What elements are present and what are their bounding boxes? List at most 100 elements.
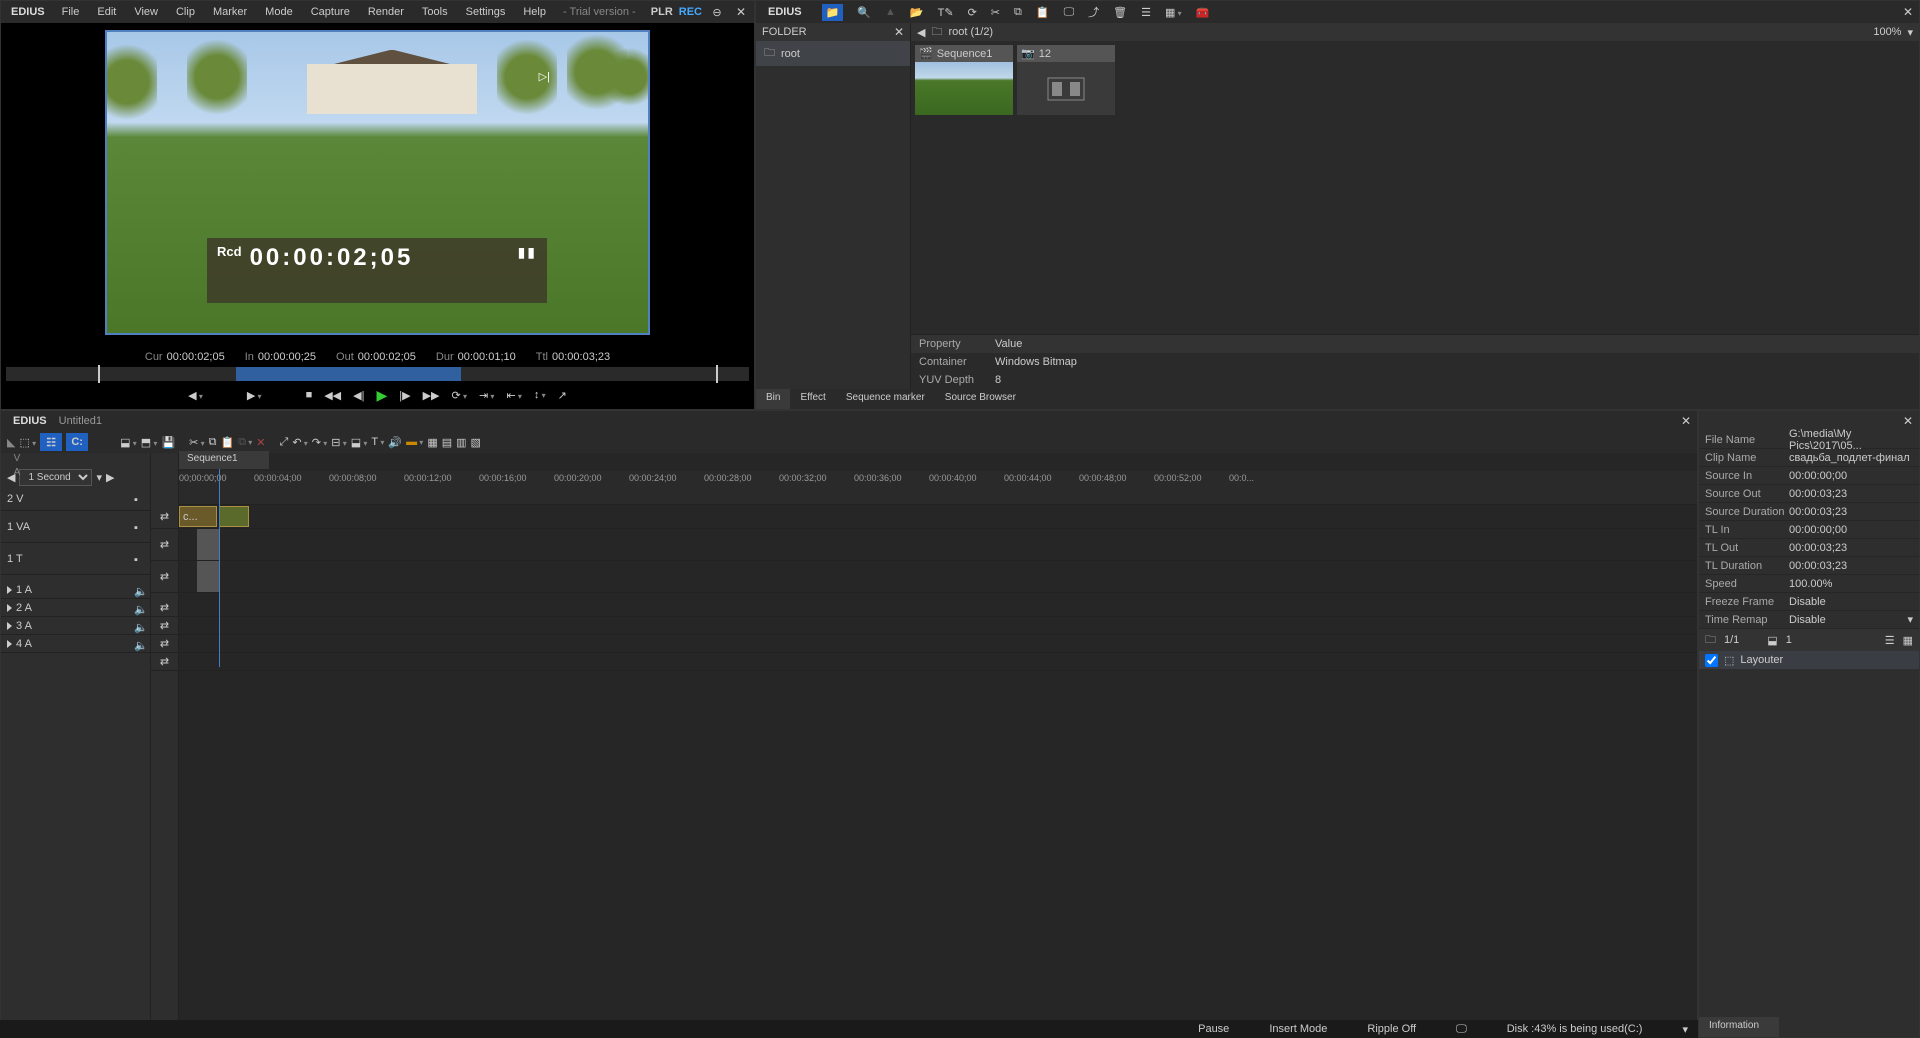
tool-new-seq-icon[interactable]: ⟳ (968, 6, 977, 19)
tab-bin[interactable]: Bin (756, 389, 790, 409)
prev-frame-button[interactable]: ◀| (353, 389, 364, 402)
scale-right-icon[interactable]: ▶ (106, 471, 114, 484)
menu-mode[interactable]: Mode (258, 6, 300, 18)
menu-capture[interactable]: Capture (304, 6, 357, 18)
timeline-clip[interactable] (219, 506, 249, 527)
stop-button[interactable]: ■ (306, 389, 313, 401)
tl-undo-icon[interactable]: ↶ (292, 436, 307, 449)
menu-settings[interactable]: Settings (459, 6, 513, 18)
patch-1a[interactable]: ⇄ (151, 599, 178, 617)
status-dd-icon[interactable]: ▾ (1682, 1023, 1688, 1036)
track-lane-2a[interactable] (179, 617, 1697, 635)
timeline-ruler[interactable]: 00;00:00;00 00:00:04;00 00:00:08;00 00:0… (179, 471, 1697, 505)
track-header-1va[interactable]: 1 VA▪ (1, 511, 150, 543)
bin-clip-sequence1[interactable]: 🎬Sequence1 (915, 45, 1013, 115)
playhead[interactable] (219, 467, 220, 667)
rec-label[interactable]: REC (679, 6, 702, 18)
layouter-checkbox[interactable] (1705, 654, 1718, 667)
timeline-clip[interactable]: с... (179, 506, 217, 527)
set-in-button[interactable]: ◀ (188, 389, 203, 402)
tool-add-title-icon[interactable]: T✎ (938, 6, 954, 19)
track-header-4a[interactable]: 4 A🔈 (1, 635, 150, 653)
loop-button[interactable]: ⟳ (452, 389, 467, 402)
view-mode-icon[interactable]: ▦ (1165, 6, 1182, 19)
info-grid-icon[interactable]: ▦ (1903, 634, 1913, 647)
track-header-1t[interactable]: 1 T▪ (1, 543, 150, 575)
overwrite-button[interactable]: ⇤ (506, 389, 521, 402)
track-vol-icon[interactable]: 🔈 (134, 603, 144, 613)
play-button[interactable]: ▶ (376, 387, 387, 404)
tl-group-icon[interactable]: ⊟ (331, 436, 346, 449)
sequence-tab[interactable]: Sequence1 (179, 451, 269, 469)
tl-tool2-icon[interactable]: ⬚ (19, 436, 36, 449)
tl-ripple-icon[interactable]: ⬒ (141, 436, 158, 449)
bin-path-label[interactable]: root (1/2) (948, 26, 993, 38)
replace-button[interactable]: ↕ (534, 389, 546, 401)
track-header-1a[interactable]: 1 A🔈 (1, 581, 150, 599)
close-info-icon[interactable]: ✕ (1903, 414, 1913, 428)
track-lane-1va[interactable] (179, 529, 1697, 561)
out-value[interactable]: 00:00:02;05 (358, 351, 416, 363)
tl-copy-icon[interactable]: ⧉ (209, 436, 217, 449)
tl-layout2-icon[interactable]: ▤ (442, 436, 452, 449)
rewind-button[interactable]: ◀◀ (324, 389, 341, 402)
patch-4a[interactable]: ⇄ (151, 653, 178, 671)
tab-effect[interactable]: Effect (790, 389, 835, 409)
tl-tool1-icon[interactable]: ◣ (7, 436, 15, 449)
timeline-ruler-area[interactable]: 00;00:00;00 00:00:04;00 00:00:08;00 00:0… (179, 453, 1697, 1037)
fast-forward-button[interactable]: ▶▶ (423, 389, 440, 402)
scrubber[interactable] (6, 367, 749, 381)
folder-item-root[interactable]: 🗀 root (756, 41, 910, 66)
timeline-clip-segment[interactable] (197, 561, 219, 592)
track-mute-icon[interactable]: ▪ (134, 522, 144, 532)
tl-redo-icon[interactable]: ↷ (312, 436, 327, 449)
tool-properties-icon[interactable]: ⤴ (1088, 4, 1099, 20)
tl-split-icon[interactable]: ⤢ (280, 436, 289, 449)
track-lane-2v[interactable]: с... (179, 505, 1697, 529)
menu-view[interactable]: View (127, 6, 165, 18)
zoom-value[interactable]: 100% (1873, 26, 1901, 38)
list-icon[interactable]: ☰ (1141, 6, 1151, 19)
search-icon[interactable]: 🔍 (857, 6, 871, 19)
open-icon[interactable]: 📂 (910, 6, 924, 19)
patch-2a[interactable]: ⇄ (151, 617, 178, 635)
info-list-icon[interactable]: ☰ (1885, 634, 1895, 647)
copy-icon[interactable]: ⧉ (1014, 6, 1022, 19)
track-vol-icon[interactable]: 🔈 (134, 621, 144, 631)
track-vol-icon[interactable]: 🔈 (134, 585, 144, 595)
track-lane-3a[interactable] (179, 635, 1697, 653)
tl-paste-icon[interactable]: 📋 (220, 436, 234, 449)
menu-clip[interactable]: Clip (169, 6, 202, 18)
patch-3a[interactable]: ⇄ (151, 635, 178, 653)
track-header-2v[interactable]: 2 V▪ (1, 487, 150, 511)
tl-paste2-icon[interactable]: ⧉ (238, 436, 252, 449)
tool-register-icon[interactable]: 🖵 (1064, 6, 1075, 19)
up-icon[interactable]: ▲ (885, 6, 896, 18)
cur-value[interactable]: 00:00:02;05 (167, 351, 225, 363)
patch-2v[interactable]: ⇄ (151, 505, 178, 529)
menu-edit[interactable]: Edit (90, 6, 123, 18)
tl-layout4-icon[interactable]: ▧ (471, 436, 481, 449)
plr-label[interactable]: PLR (651, 6, 673, 18)
menu-file[interactable]: File (55, 6, 87, 18)
tab-sequence-marker[interactable]: Sequence marker (836, 389, 935, 409)
info-layouter-row[interactable]: ⬚ Layouter (1699, 651, 1919, 669)
track-mute-icon[interactable]: ▪ (134, 494, 144, 504)
next-frame-button[interactable]: |▶ (399, 389, 410, 402)
preview-viewport[interactable]: Rcd 00:00:02;05 ▮▮ ▷| (105, 30, 650, 335)
tl-title-icon[interactable]: T (371, 436, 384, 448)
folder-icon[interactable]: 📁 (822, 4, 844, 21)
menu-marker[interactable]: Marker (206, 6, 254, 18)
export-button[interactable]: ↗ (558, 389, 567, 402)
zoom-dropdown-icon[interactable]: ▾ (1907, 26, 1913, 39)
track-lane-1t[interactable] (179, 561, 1697, 593)
tl-mode-insert[interactable]: C: (66, 433, 88, 451)
dur-value[interactable]: 00:00:01;10 (458, 351, 516, 363)
tl-mode-overwrite[interactable]: ☷ (40, 433, 62, 451)
menu-help[interactable]: Help (516, 6, 553, 18)
toolbox-icon[interactable]: 🧰 (1196, 6, 1210, 19)
track-vol-icon[interactable]: 🔈 (134, 639, 144, 649)
va-a-label[interactable]: A (1, 467, 33, 481)
tab-source-browser[interactable]: Source Browser (935, 389, 1026, 409)
delete-icon[interactable]: 🗑 (1113, 6, 1127, 19)
